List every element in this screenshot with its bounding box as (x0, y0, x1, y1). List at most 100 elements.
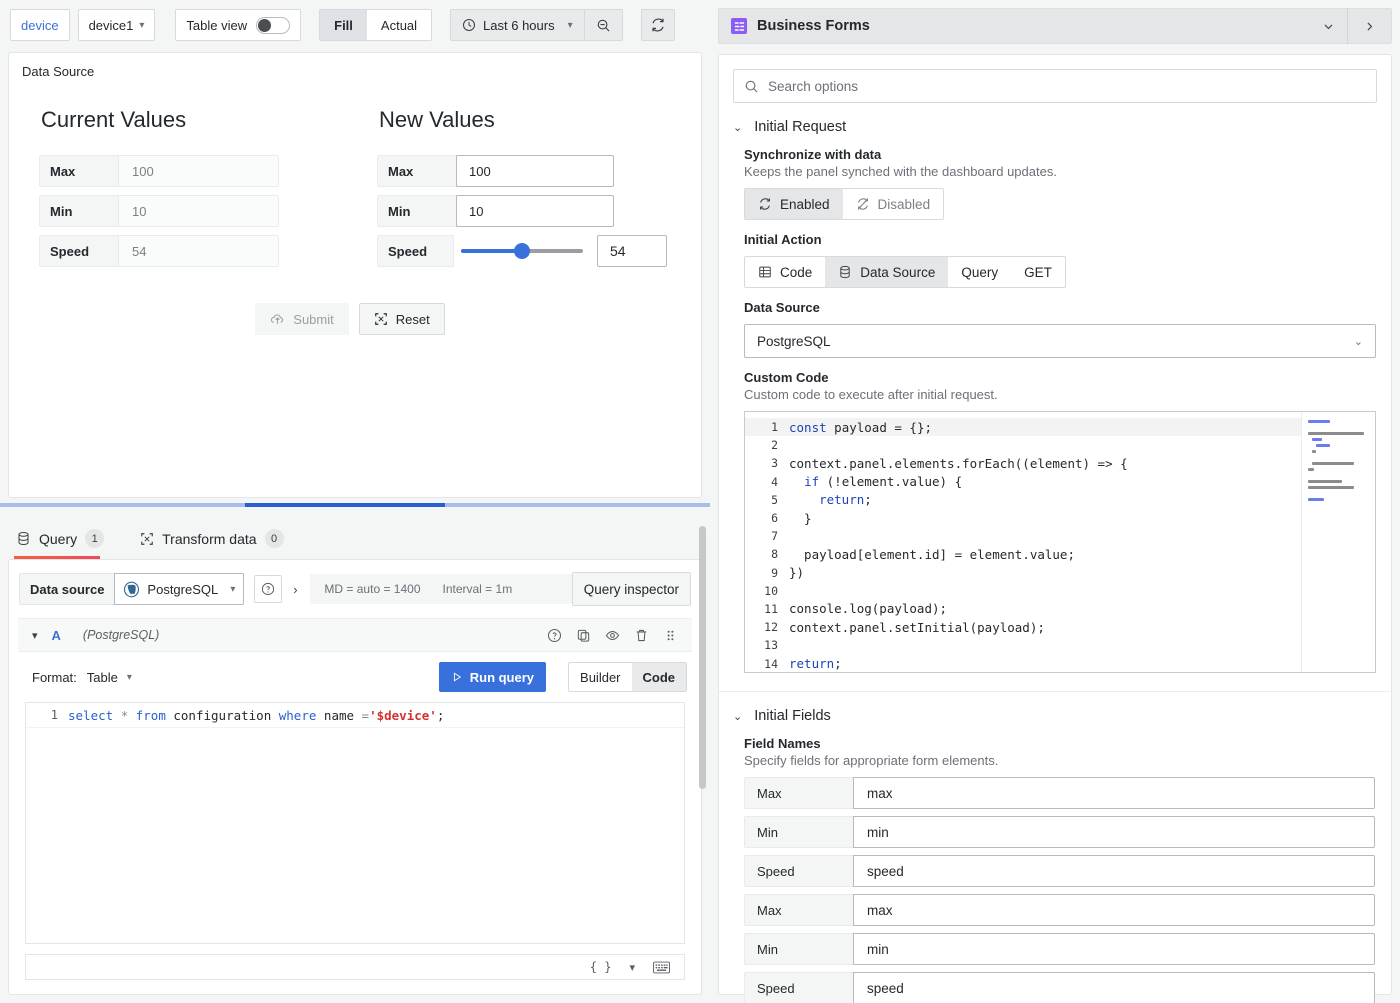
query-inspector-button[interactable]: Query inspector (572, 572, 691, 606)
code-line-text: context.panel.elements.forEach((element)… (789, 456, 1128, 471)
help-circle-icon[interactable] (547, 628, 562, 643)
refresh-icon (650, 17, 666, 33)
builder-button[interactable]: Builder (569, 663, 631, 691)
tab-query[interactable]: Query 1 (14, 529, 118, 559)
speed-slider-fill (461, 249, 522, 253)
time-range-picker[interactable]: Last 6 hours ▾ (451, 10, 584, 40)
custom-code-editor[interactable]: 1const payload = {};23context.panel.elem… (744, 411, 1376, 673)
initial-action-get-option[interactable]: GET (1011, 257, 1065, 287)
data-source-picker[interactable]: PostgreSQL ▾ (114, 573, 244, 605)
run-query-button[interactable]: Run query (439, 662, 546, 692)
copy-icon[interactable] (576, 628, 591, 643)
expand-options-button[interactable] (1347, 8, 1391, 44)
code-line: 10 (745, 582, 1301, 600)
sql-editor-footer: { } ▾ (25, 954, 685, 980)
code-minimap[interactable] (1301, 412, 1375, 672)
field-name-input-4[interactable]: min (853, 933, 1375, 965)
speed-number-input[interactable]: 54 (597, 235, 667, 267)
initial-action-query-option[interactable]: Query (948, 257, 1011, 287)
initial-action-group: Initial Action Code (719, 220, 1391, 288)
sync-radio-group: Enabled Disabled (744, 188, 944, 220)
sync-disabled-label: Disabled (878, 197, 931, 212)
section-title-initial-fields: Initial Fields (754, 708, 831, 724)
section-header-initial-fields[interactable]: ⌄ Initial Fields (719, 692, 1391, 724)
tab-transform-data[interactable]: Transform data 0 (138, 529, 297, 559)
zoom-out-button[interactable] (585, 10, 622, 40)
field-names-label: Field Names (744, 736, 1391, 751)
eye-icon[interactable] (605, 628, 620, 643)
braces-icon[interactable]: { } (590, 960, 612, 974)
chevron-down-icon: ⌄ (1354, 335, 1363, 348)
expand-options-icon[interactable]: › (282, 575, 308, 603)
data-source-panel: Data Source Current Values Max 100 Min 1… (8, 52, 702, 498)
resize-grip[interactable] (245, 503, 445, 507)
app-root: device device1 ▾ Table view Fill Actual (0, 0, 1400, 1003)
sync-with-data-group: Synchronize with data Keeps the panel sy… (719, 135, 1391, 220)
field-name-row: Maxmax (744, 894, 1391, 926)
table-view-toggle[interactable]: Table view (175, 9, 301, 41)
field-name-input-0[interactable]: max (853, 777, 1375, 809)
data-source-group: Data Source PostgreSQL ⌄ (719, 288, 1391, 358)
new-max-input[interactable]: 100 (456, 155, 614, 187)
trash-icon[interactable] (634, 628, 649, 643)
tab-transform-count: 0 (265, 529, 284, 548)
new-values-heading: New Values (379, 107, 667, 133)
sql-editor[interactable]: 1 select * from configuration where name… (25, 702, 685, 944)
field-name-input-3[interactable]: max (853, 894, 1375, 926)
speed-slider-knob[interactable] (514, 243, 530, 259)
upload-cloud-icon (270, 312, 285, 327)
grid-icon (758, 265, 772, 279)
drag-handle-icon[interactable] (663, 628, 678, 643)
new-row-max: Max 100 (377, 155, 667, 187)
left-scrollbar[interactable] (699, 526, 706, 789)
code-line-text: payload[element.id] = element.value; (789, 547, 1075, 562)
forms-row: Current Values Max 100 Min 10 Speed 54 (9, 79, 701, 275)
submit-button[interactable]: Submit (255, 303, 348, 335)
clock-icon (462, 18, 476, 32)
section-header-initial-request[interactable]: ⌄ Initial Request (719, 103, 1391, 135)
panel-resize-handle[interactable] (0, 503, 710, 507)
fit-actual-button[interactable]: Actual (367, 10, 431, 40)
code-button[interactable]: Code (632, 663, 687, 691)
initial-action-code-option[interactable]: Code (745, 257, 825, 287)
builder-code-toggle: Builder Code (568, 662, 687, 692)
code-line-number: 6 (745, 511, 789, 525)
current-speed-value: 54 (119, 235, 279, 267)
field-names-rows: MaxmaxMinminSpeedspeedMaxmaxMinminSpeeds… (744, 768, 1391, 1003)
code-line-text: const payload = {}; (789, 420, 932, 435)
sync-disabled-option[interactable]: Disabled (843, 189, 944, 219)
code-line: 1const payload = {}; (745, 418, 1301, 436)
keyboard-icon[interactable] (653, 961, 670, 974)
field-name-input-5[interactable]: speed (853, 972, 1375, 1003)
search-options-input[interactable]: Search options (733, 69, 1377, 103)
fit-fill-button[interactable]: Fill (320, 10, 367, 40)
sync-enabled-option[interactable]: Enabled (745, 189, 843, 219)
refresh-button[interactable] (641, 9, 675, 41)
reset-button[interactable]: Reset (359, 303, 445, 335)
new-values-column: New Values Max 100 Min 10 Speed (377, 107, 667, 275)
field-name-row: Minmin (744, 816, 1391, 848)
toggle-switch[interactable] (256, 17, 290, 34)
collapse-options-button[interactable] (1309, 8, 1347, 44)
query-ref-id: A (52, 628, 61, 643)
initial-action-datasource-option[interactable]: Data Source (825, 257, 948, 287)
field-name-input-1[interactable]: min (853, 816, 1375, 848)
code-line: 4 if (!element.value) { (745, 473, 1301, 491)
search-icon (744, 79, 759, 94)
speed-slider[interactable] (461, 249, 583, 253)
panel-title: Data Source (9, 53, 701, 79)
chevron-down-icon[interactable]: ▾ (629, 961, 635, 974)
initial-action-code-label: Code (780, 265, 812, 280)
new-min-input[interactable]: 10 (456, 195, 614, 227)
code-line: 9}) (745, 564, 1301, 582)
code-line-text: }) (789, 565, 804, 580)
variable-select-device1[interactable]: device1 ▾ (78, 9, 156, 41)
code-line-number: 14 (745, 657, 789, 671)
format-select[interactable]: Table ▾ (87, 670, 132, 685)
help-circle-icon[interactable] (254, 575, 282, 603)
field-name-input-2[interactable]: speed (853, 855, 1375, 887)
tab-transform-label: Transform data (162, 531, 256, 547)
current-values-column: Current Values Max 100 Min 10 Speed 54 (39, 107, 329, 275)
data-source-field-select[interactable]: PostgreSQL ⌄ (744, 324, 1376, 358)
chevron-down-icon[interactable]: ▾ (32, 629, 38, 642)
